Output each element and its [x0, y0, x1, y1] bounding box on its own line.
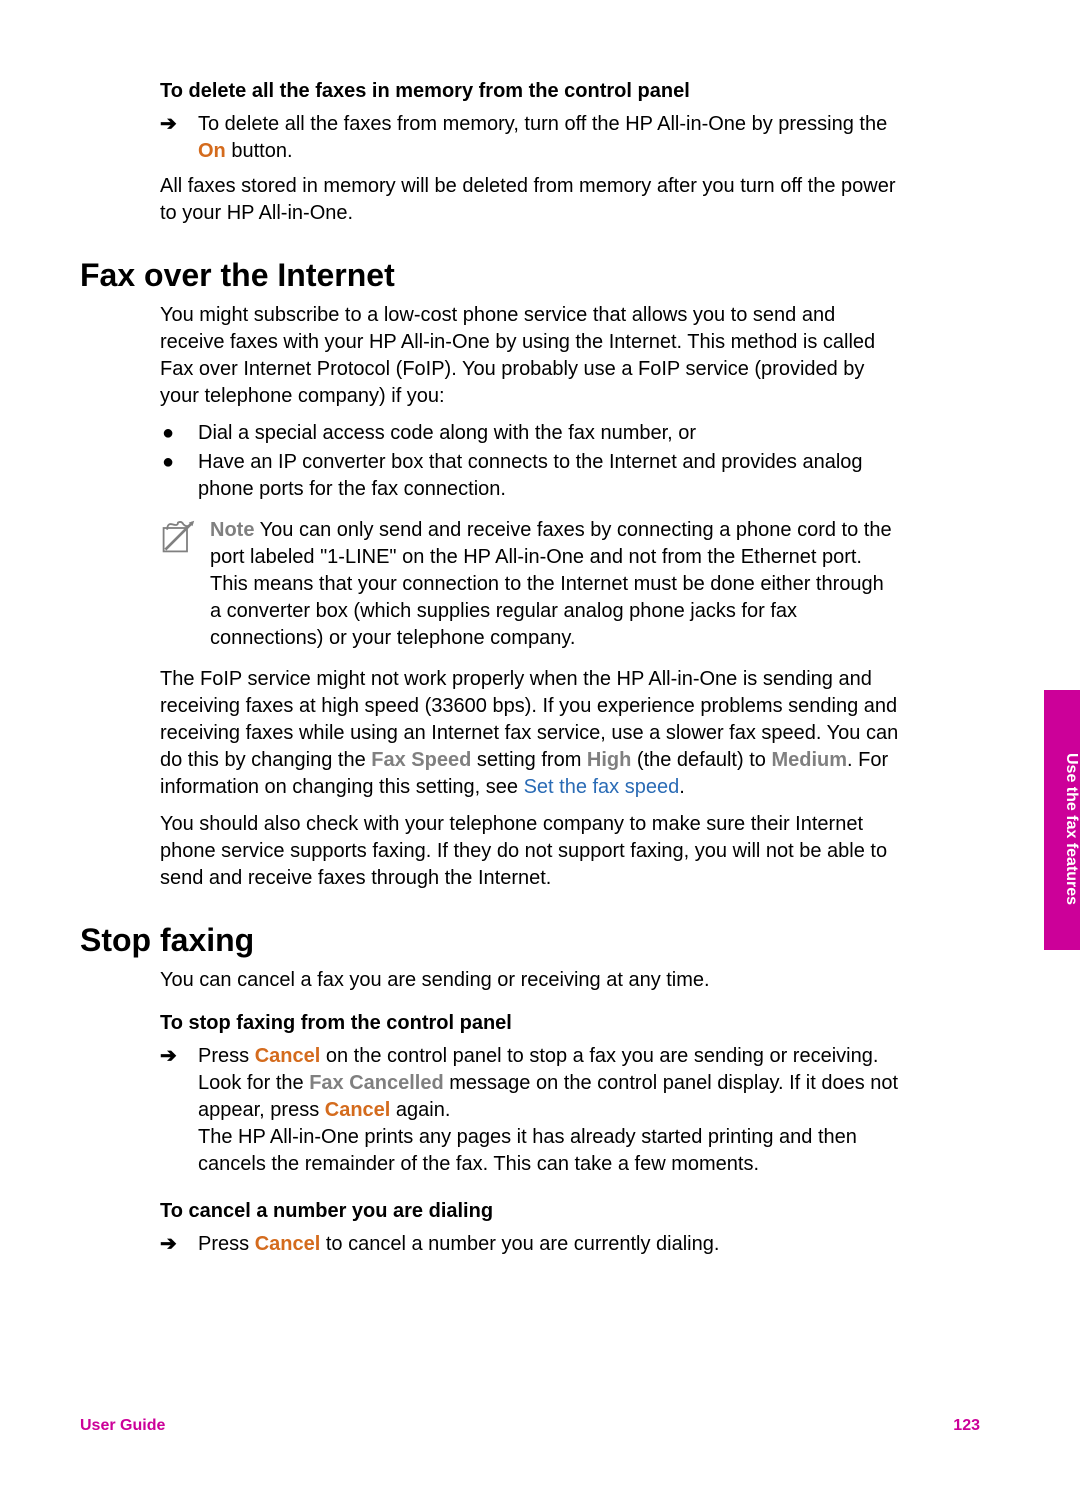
fax-cancelled-label: Fax Cancelled	[309, 1072, 444, 1094]
high-label: High	[587, 749, 631, 771]
note-box: Note You can only send and receive faxes…	[160, 517, 900, 652]
foip-para-3: You should also check with your telephon…	[160, 811, 900, 892]
text-fragment: Press	[198, 1233, 255, 1255]
bullet-icon: ●	[160, 449, 198, 503]
foip-section: You might subscribe to a low-cost phone …	[80, 302, 900, 892]
cancel-dialing-step: ➔ Press Cancel to cancel a number you ar…	[160, 1231, 900, 1258]
foip-para-2: The FoIP service might not work properly…	[160, 666, 900, 801]
side-tab: Use the fax features	[1044, 690, 1080, 950]
text-fragment: (the default) to	[631, 749, 771, 771]
delete-faxes-section: To delete all the faxes in memory from t…	[80, 80, 900, 227]
cancel-dialing-heading: To cancel a number you are dialing	[160, 1200, 900, 1223]
delete-faxes-heading: To delete all the faxes in memory from t…	[160, 80, 900, 103]
bullet-text: Dial a special access code along with th…	[198, 420, 696, 447]
text-fragment: .	[679, 776, 685, 798]
note-icon-column	[160, 517, 210, 652]
note-label: Note	[210, 519, 254, 541]
cancel-dialing-text: Press Cancel to cancel a number you are …	[198, 1231, 719, 1258]
arrow-icon: ➔	[160, 111, 198, 165]
bullet-text: Have an IP converter box that connects t…	[198, 449, 900, 503]
note-icon	[160, 519, 196, 555]
fax-speed-label: Fax Speed	[371, 749, 471, 771]
footer-right-page-number: 123	[953, 1417, 980, 1435]
text-fragment: Press	[198, 1045, 255, 1067]
arrow-icon: ➔	[160, 1231, 198, 1258]
cancel-label: Cancel	[255, 1045, 321, 1067]
on-button-label: On	[198, 140, 226, 162]
delete-faxes-post: All faxes stored in memory will be delet…	[160, 173, 900, 227]
cancel-label: Cancel	[255, 1233, 321, 1255]
text-fragment: To delete all the faxes from memory, tur…	[198, 113, 887, 135]
foip-heading: Fax over the Internet	[80, 257, 900, 294]
text-fragment: setting from	[471, 749, 587, 771]
footer-left: User Guide	[80, 1417, 165, 1435]
foip-bullet-2: ● Have an IP converter box that connects…	[160, 449, 900, 503]
stop-faxing-heading: Stop faxing	[80, 922, 900, 959]
stop-from-panel-heading: To stop faxing from the control panel	[160, 1012, 900, 1035]
stop-from-panel-followup: The HP All-in-One prints any pages it ha…	[198, 1124, 900, 1178]
cancel-label: Cancel	[325, 1099, 391, 1121]
medium-label: Medium	[771, 749, 847, 771]
bullet-icon: ●	[160, 420, 198, 447]
foip-intro: You might subscribe to a low-cost phone …	[160, 302, 900, 410]
stop-from-panel-step: ➔ Press Cancel on the control panel to s…	[160, 1043, 900, 1178]
footer: User Guide 123	[80, 1417, 980, 1435]
page-content: To delete all the faxes in memory from t…	[0, 0, 1000, 1258]
stop-from-panel-text: Press Cancel on the control panel to sto…	[198, 1043, 900, 1178]
delete-faxes-text: To delete all the faxes from memory, tur…	[198, 111, 900, 165]
delete-faxes-step: ➔ To delete all the faxes from memory, t…	[160, 111, 900, 165]
note-body: You can only send and receive faxes by c…	[210, 519, 892, 649]
text-fragment: again.	[390, 1099, 450, 1121]
set-fax-speed-link[interactable]: Set the fax speed	[524, 776, 680, 798]
text-fragment: button.	[226, 140, 293, 162]
arrow-icon: ➔	[160, 1043, 198, 1178]
stop-faxing-section: You can cancel a fax you are sending or …	[80, 967, 900, 1258]
note-text: Note You can only send and receive faxes…	[210, 517, 900, 652]
foip-bullet-1: ● Dial a special access code along with …	[160, 420, 900, 447]
stop-faxing-intro: You can cancel a fax you are sending or …	[160, 967, 900, 994]
text-fragment: to cancel a number you are currently dia…	[320, 1233, 719, 1255]
